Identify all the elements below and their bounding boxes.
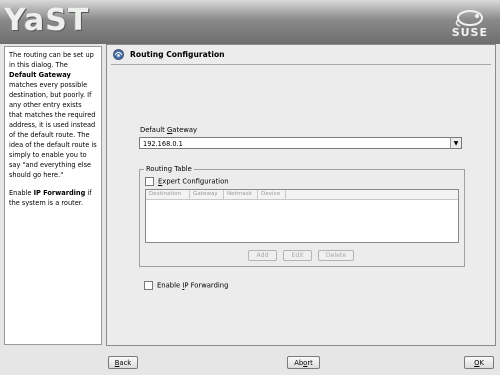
- suse-brand-text: SUSE: [451, 26, 488, 39]
- abort-button[interactable]: Ab o rt: [287, 356, 320, 369]
- checkbox-label: P Forwarding: [184, 281, 229, 290]
- routing-table-legend: Routing Table: [144, 165, 194, 173]
- checkbox-box[interactable]: [145, 177, 154, 186]
- back-button[interactable]: Back: [108, 356, 138, 369]
- yast-banner: YaST SUSE: [0, 0, 500, 44]
- title-divider: [111, 64, 491, 65]
- button-label: K: [479, 358, 484, 367]
- edit-button[interactable]: Edit: [283, 250, 312, 261]
- button-label: rt: [307, 358, 313, 367]
- routing-table[interactable]: Destination Gateway Netmask Device: [145, 189, 459, 243]
- delete-button[interactable]: Delete: [318, 250, 354, 261]
- checkbox-box[interactable]: [144, 281, 153, 290]
- default-gateway-combobox[interactable]: 192.168.0.1 ▼: [139, 137, 462, 149]
- routing-table-header: Destination Gateway Netmask Device: [146, 190, 458, 200]
- column-destination[interactable]: Destination: [146, 190, 190, 199]
- page-title: Routing Configuration: [130, 49, 225, 59]
- help-paragraph-forwarding: Enable IP Forwarding if the system is a …: [9, 188, 97, 208]
- dropdown-arrow-icon[interactable]: ▼: [450, 138, 461, 148]
- column-gateway[interactable]: Gateway: [190, 190, 224, 199]
- button-label: ack: [119, 358, 132, 367]
- help-bold-default-gateway: Default Gateway: [9, 71, 71, 79]
- help-text: matches every possible destination, but …: [9, 81, 97, 179]
- label-text: ateway: [172, 126, 198, 134]
- column-device[interactable]: Device: [258, 190, 286, 199]
- ok-button[interactable]: OK: [464, 356, 494, 369]
- ip-forwarding-checkbox[interactable]: Enable IP Forwarding: [144, 281, 228, 290]
- expert-configuration-checkbox[interactable]: Expert Configuration: [145, 177, 229, 186]
- help-text: Enable: [9, 189, 34, 197]
- add-button[interactable]: Add: [248, 250, 277, 261]
- routing-dialog: Routing Configuration Default Gateway 19…: [106, 44, 496, 346]
- default-gateway-label: Default Gateway: [140, 126, 197, 134]
- help-bold-ip-forwarding: IP Forwarding: [33, 189, 86, 197]
- checkbox-label: Enable: [157, 281, 183, 290]
- dialog-header: Routing Configuration: [113, 47, 225, 61]
- default-gateway-value[interactable]: 192.168.0.1: [143, 140, 183, 148]
- checkbox-label: xpert Configuration: [162, 177, 229, 186]
- column-netmask[interactable]: Netmask: [224, 190, 258, 199]
- label-text: Default: [140, 126, 167, 134]
- routing-icon: [113, 48, 124, 60]
- button-label: Ab: [294, 358, 304, 367]
- routing-table-frame: Routing Table Expert Configuration Desti…: [139, 165, 465, 267]
- help-text: The routing can be set up in this dialog…: [9, 51, 94, 69]
- yast-logo: YaST: [4, 3, 90, 38]
- help-panel: The routing can be set up in this dialog…: [4, 46, 102, 345]
- help-paragraph-routing: The routing can be set up in this dialog…: [9, 50, 97, 180]
